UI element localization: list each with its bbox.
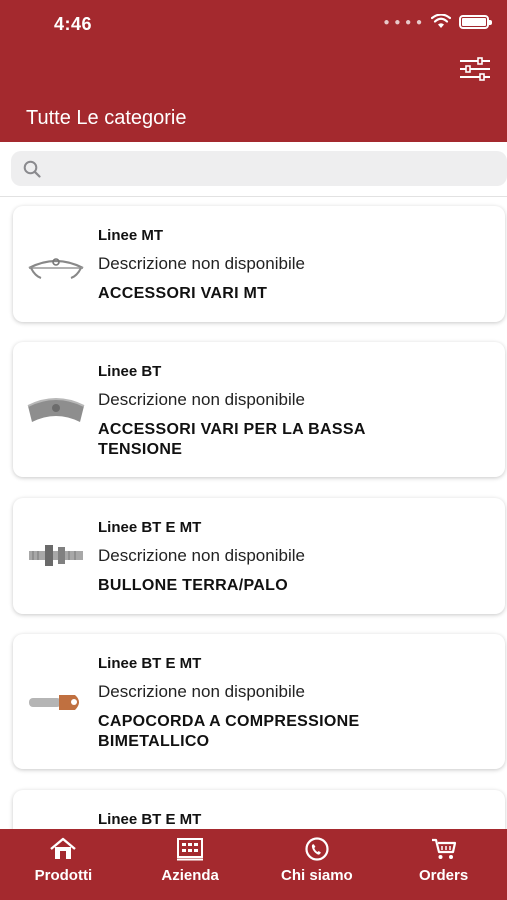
product-name: BULLONE TERRA/PALO xyxy=(98,577,288,594)
home-icon xyxy=(50,837,77,859)
search-bar[interactable] xyxy=(11,151,507,186)
phone-icon xyxy=(305,837,329,861)
search-icon xyxy=(23,160,41,178)
product-name: ACCESSORI VARI MT xyxy=(98,285,268,302)
search-input[interactable] xyxy=(51,159,507,178)
tab-label: Orders xyxy=(419,867,469,884)
product-list[interactable]: Linee MT Descrizione non disponibile ACC… xyxy=(0,197,507,829)
product-image xyxy=(28,258,84,279)
product-card[interactable]: Linee BT E MT xyxy=(13,790,505,829)
tab-label: Chi siamo xyxy=(281,867,353,884)
product-description: Descrizione non disponibile xyxy=(98,390,305,409)
product-description: Descrizione non disponibile xyxy=(98,254,305,273)
product-category: Linee BT E MT xyxy=(98,655,202,672)
app-header: 4:46 ● ● ● ● Tutte Le categorie xyxy=(0,0,507,142)
product-image xyxy=(27,398,85,422)
product-description: Descrizione non disponibile xyxy=(98,682,305,701)
product-card[interactable]: Linee BT E MT Descrizione non disponibil… xyxy=(13,498,505,614)
tab-label: Prodotti xyxy=(34,867,93,884)
building-icon xyxy=(177,838,204,861)
product-card[interactable]: Linee MT Descrizione non disponibile ACC… xyxy=(13,206,505,322)
product-card[interactable]: Linee BT Descrizione non disponibile ACC… xyxy=(13,342,505,477)
tab-orders[interactable]: Orders xyxy=(380,829,507,900)
tab-azienda[interactable]: Azienda xyxy=(127,829,254,900)
product-image xyxy=(29,695,79,710)
product-name: CAPOCORDA A COMPRESSIONE BIMETALLICO xyxy=(98,713,360,750)
wifi-icon xyxy=(431,14,451,28)
product-category: Linee MT xyxy=(98,227,164,244)
product-image xyxy=(29,545,83,566)
filter-icon[interactable] xyxy=(459,56,491,82)
product-card[interactable]: Linee BT E MT Descrizione non disponibil… xyxy=(13,634,505,769)
status-time: 4:46 xyxy=(54,14,93,34)
signal-icon: ● ● ● ● xyxy=(383,16,423,28)
tab-prodotti[interactable]: Prodotti xyxy=(0,829,127,900)
product-category: Linee BT E MT xyxy=(98,519,202,536)
product-category: Linee BT E MT xyxy=(98,811,202,828)
status-icons: ● ● ● ● xyxy=(383,14,492,30)
tab-label: Azienda xyxy=(161,867,219,884)
tab-bar: Prodotti Azienda Chi siamo Orders xyxy=(0,829,507,900)
battery-icon xyxy=(459,15,492,29)
tab-chi-siamo[interactable]: Chi siamo xyxy=(254,829,381,900)
product-category: Linee BT xyxy=(98,363,162,380)
page-title: Tutte Le categorie xyxy=(26,107,187,129)
cart-icon xyxy=(431,838,456,859)
product-description: Descrizione non disponibile xyxy=(98,546,305,565)
product-name: ACCESSORI VARI PER LA BASSA TENSIONE xyxy=(98,421,366,458)
